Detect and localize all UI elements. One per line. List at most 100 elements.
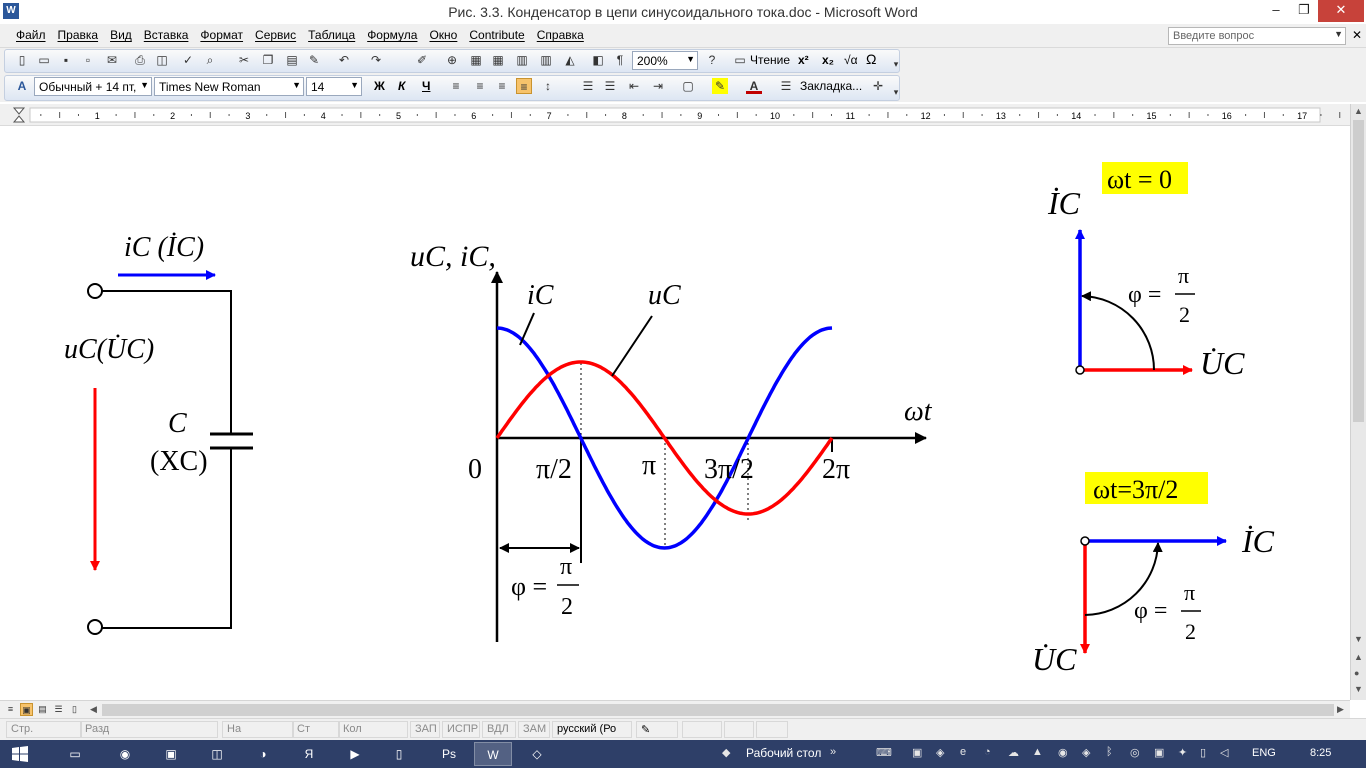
style-select[interactable]: Обычный + 14 пт, ▼ [34, 77, 152, 96]
select-browse-object-icon[interactable]: ● [1354, 668, 1359, 678]
chevron-down-icon[interactable]: ▼ [350, 80, 359, 90]
menu-table[interactable]: Таблица [308, 28, 355, 42]
tray-chevron-icon[interactable]: » [830, 746, 836, 758]
menu-contribute[interactable]: Contribute [469, 28, 524, 42]
copy-icon[interactable]: ❐ [260, 52, 276, 68]
chrome-taskbar-icon[interactable]: ◉ [106, 742, 144, 766]
status-rec[interactable]: ЗАП [410, 721, 440, 738]
prev-page-icon[interactable]: ▲ [1354, 652, 1363, 662]
styles-icon[interactable]: A [14, 78, 30, 94]
status-trk[interactable]: ИСПР [442, 721, 480, 738]
next-page-icon[interactable]: ▼ [1354, 684, 1363, 694]
tray-app-4-icon[interactable]: ◔ [984, 746, 991, 758]
tray-app-8-icon[interactable]: ▣ [1154, 746, 1164, 759]
volume-icon[interactable]: ◁ [1220, 746, 1228, 759]
menu-format[interactable]: Формат [200, 28, 243, 42]
tray-app-2-icon[interactable]: ◈ [936, 746, 944, 759]
app-taskbar-icon[interactable]: ◇ [518, 742, 556, 766]
spelling-status-icon[interactable]: ✎ [636, 721, 678, 738]
cross-reference-icon[interactable]: ✛ [870, 78, 886, 94]
format-painter-icon[interactable]: ✎ [306, 52, 322, 68]
status-ext[interactable]: ВДЛ [482, 721, 516, 738]
tray-app-9-icon[interactable]: ✦ [1178, 746, 1187, 759]
insert-table-icon[interactable]: ▦ [490, 52, 506, 68]
font-size-select[interactable]: 14 ▼ [306, 77, 362, 96]
scroll-left-icon[interactable]: ◀ [90, 704, 97, 715]
menu-file[interactable]: Файл [16, 28, 46, 42]
underline-button[interactable]: Ч [422, 79, 430, 93]
borders-icon[interactable]: ▢ [680, 78, 696, 94]
toolbar-options-icon[interactable]: ▾ [888, 84, 904, 100]
horizontal-ruler[interactable]: 1 2 3 4 5 6 7 8 9 10 11 12 13 14 15 16 17 [0, 104, 1350, 126]
outline-view-icon[interactable]: ☰ [52, 703, 65, 716]
superscript-button[interactable]: x² [798, 53, 809, 67]
omega-button[interactable]: Ω [866, 51, 876, 67]
email-icon[interactable]: ✉ [104, 52, 120, 68]
pilcrow-icon[interactable]: ¶ [612, 52, 628, 68]
scroll-up-icon[interactable]: ▲ [1354, 106, 1363, 116]
permission-icon[interactable]: ▫ [80, 52, 96, 68]
audio-taskbar-icon[interactable]: ◑ [244, 742, 282, 766]
power-icon[interactable]: ▯ [1200, 746, 1206, 759]
horizontal-scrollbar[interactable]: ≡ ▣ ▤ ☰ ▯ ◀ ▶ [0, 700, 1350, 718]
tray-app-6-icon[interactable]: ◈ [1082, 746, 1090, 759]
save-icon[interactable]: ▪ [58, 52, 74, 68]
cut-icon[interactable]: ✂ [236, 52, 252, 68]
decrease-indent-icon[interactable]: ⇤ [626, 78, 642, 94]
hyperlink-icon[interactable]: ⊕ [444, 52, 460, 68]
desktop-toolbar-icon[interactable]: ◆ [722, 746, 730, 759]
scroll-right-icon[interactable]: ▶ [1337, 704, 1344, 715]
vertical-scrollbar[interactable]: ▲ ▼ ▲ ● ▼ [1350, 104, 1366, 700]
print-icon[interactable]: ⎙ [132, 52, 148, 68]
tray-app-7-icon[interactable]: ◎ [1130, 746, 1140, 759]
columns-icon[interactable]: ▥ [538, 52, 554, 68]
tables-borders-icon[interactable]: ▦ [468, 52, 484, 68]
desktop-label[interactable]: Рабочий стол [746, 746, 821, 760]
windows-start-icon[interactable] [12, 746, 28, 762]
media-taskbar-icon[interactable]: ◫ [198, 742, 236, 766]
bullets-icon[interactable]: ☰ [602, 78, 618, 94]
bold-button[interactable]: Ж [374, 79, 385, 93]
print-layout-icon[interactable]: ▤ [36, 703, 49, 716]
spelling-icon[interactable]: ✓ [180, 52, 196, 68]
tray-app-3-icon[interactable]: e [960, 746, 966, 758]
zoom-select[interactable]: 200% ▼ [632, 51, 698, 70]
insert-excel-icon[interactable]: ▥ [514, 52, 530, 68]
yandex-taskbar-icon[interactable]: Я [290, 742, 328, 766]
cloud-icon[interactable]: ☁ [1008, 746, 1019, 759]
line-spacing-icon[interactable]: ↕ [540, 78, 556, 94]
document-page[interactable]: iC (İC) uC(U̇C) C (XC) uC, iC, ωt 0 π/2 … [0, 126, 1350, 700]
tray-app-5-icon[interactable]: ◉ [1058, 746, 1068, 759]
horizontal-scroll-thumb[interactable] [102, 704, 1334, 716]
align-left-icon[interactable]: ≡ [448, 78, 464, 94]
font-color-icon[interactable]: A [746, 78, 762, 94]
keyboard-icon[interactable]: ⌨ [876, 746, 892, 759]
language-indicator[interactable]: ENG [1252, 747, 1276, 759]
tray-app-1-icon[interactable]: ▣ [912, 746, 922, 759]
chevron-down-icon[interactable]: ▼ [686, 54, 695, 64]
player-taskbar-icon[interactable]: ▶ [336, 742, 374, 766]
status-language[interactable]: русский (Ро [552, 721, 632, 738]
vertical-scroll-thumb[interactable] [1353, 120, 1364, 422]
open-folder-icon[interactable]: ▭ [36, 52, 52, 68]
chevron-down-icon[interactable]: ▼ [140, 80, 149, 90]
highlight-icon[interactable]: ✎ [712, 78, 728, 94]
doc-map-icon[interactable]: ◧ [590, 52, 606, 68]
status-ovr[interactable]: ЗАМ [518, 721, 550, 738]
normal-view-icon[interactable]: ≡ [4, 703, 17, 716]
menu-edit[interactable]: Правка [58, 28, 99, 42]
minimize-button[interactable]: – [1262, 0, 1290, 22]
italic-button[interactable]: К [398, 79, 405, 93]
maximize-button[interactable]: ❐ [1290, 0, 1318, 22]
align-center-icon[interactable]: ≡ [472, 78, 488, 94]
align-right-icon[interactable]: ≡ [494, 78, 510, 94]
research-icon[interactable]: ⌕ [202, 52, 218, 68]
subscript-button[interactable]: x₂ [822, 53, 834, 67]
menu-insert[interactable]: Вставка [144, 28, 189, 42]
bookmark-button[interactable]: Закладка... [800, 79, 862, 93]
reading-icon[interactable]: ▭ [732, 52, 748, 68]
print-preview-icon[interactable]: ◫ [154, 52, 170, 68]
chevron-down-icon[interactable]: ▼ [1334, 29, 1343, 39]
explorer-taskbar-icon[interactable]: ▭ [56, 742, 94, 766]
reading-layout-icon[interactable]: ▯ [68, 703, 81, 716]
